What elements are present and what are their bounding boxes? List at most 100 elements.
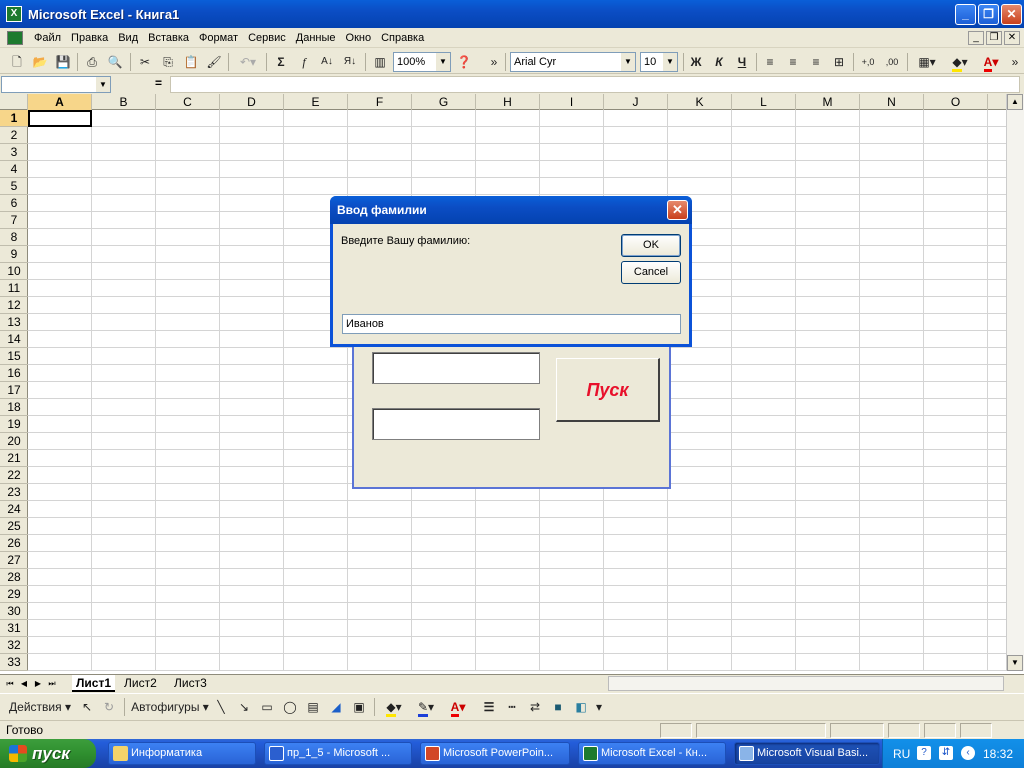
column-header[interactable]: I [540,94,604,110]
column-header[interactable]: D [220,94,284,110]
copy-icon[interactable]: ⎘ [159,52,177,72]
task-item-vba[interactable]: Microsoft Visual Basi... [734,742,880,765]
line-style-icon[interactable]: ☰ [480,697,498,717]
doc-close-button[interactable]: ✕ [1004,31,1020,45]
row-header[interactable]: 19 [0,416,28,433]
paste-icon[interactable]: 📋 [182,52,200,72]
align-center-icon[interactable]: ≡ [784,52,802,72]
menu-data[interactable]: Данные [291,29,341,47]
row-header[interactable]: 27 [0,552,28,569]
open-icon[interactable]: 📂 [31,52,49,72]
text-box-icon[interactable]: ▤ [304,697,322,717]
column-header[interactable]: H [476,94,540,110]
prev-sheet-icon[interactable]: ◀ [18,676,30,691]
select-objects-icon[interactable]: ↖ [78,697,96,717]
column-header[interactable]: N [860,94,924,110]
row-header[interactable]: 6 [0,195,28,212]
restore-button[interactable]: ❐ [978,4,999,25]
sort-descending-icon[interactable]: Я↓ [341,52,359,72]
font-color-icon[interactable]: A▾ [978,52,1004,72]
oval-icon[interactable]: ◯ [281,697,299,717]
increase-decimal-icon[interactable]: +,0 [858,52,878,72]
function-icon[interactable]: f [295,52,313,72]
column-header[interactable]: E [284,94,348,110]
first-sheet-icon[interactable]: ⏮ [4,676,16,691]
minimize-button[interactable]: _ [955,4,976,25]
menu-file[interactable]: Файл [29,29,66,47]
task-item-excel[interactable]: Microsoft Excel - Кн... [578,742,726,765]
zoom-select[interactable]: 100% ▼ [393,52,451,72]
workbook-icon[interactable] [7,30,23,45]
rectangle-icon[interactable]: ▭ [258,697,276,717]
row-header[interactable]: 16 [0,365,28,382]
menu-insert[interactable]: Вставка [143,29,194,47]
column-header[interactable]: B [92,94,156,110]
scroll-up-icon[interactable]: ▲ [1007,94,1023,110]
doc-minimize-button[interactable]: _ [968,31,984,45]
help-icon[interactable]: ? [917,746,931,760]
row-header[interactable]: 4 [0,161,28,178]
chart-wizard-icon[interactable]: ▥ [371,52,389,72]
row-header[interactable]: 17 [0,382,28,399]
clipart-icon[interactable]: ▣ [350,697,368,717]
column-header[interactable]: F [348,94,412,110]
row-header[interactable]: 18 [0,399,28,416]
align-left-icon[interactable]: ≡ [761,52,779,72]
row-header[interactable]: 14 [0,331,28,348]
menu-window[interactable]: Окно [341,29,377,47]
equals-icon[interactable]: = [155,76,162,90]
font-size-select[interactable]: 10 ▼ [640,52,678,72]
select-all-corner[interactable] [0,94,28,110]
row-header[interactable]: 2 [0,127,28,144]
active-cell[interactable] [28,110,92,127]
menu-help[interactable]: Справка [376,29,429,47]
toolbar-options-icon[interactable]: ▾ [594,697,604,717]
row-header[interactable]: 9 [0,246,28,263]
borders-icon[interactable]: ▦▾ [912,52,942,72]
column-header[interactable]: C [156,94,220,110]
column-header[interactable]: L [732,94,796,110]
row-header[interactable]: 24 [0,501,28,518]
row-header[interactable]: 26 [0,535,28,552]
line-icon[interactable]: ╲ [212,697,230,717]
preview-icon[interactable]: 🔍 [106,52,124,72]
chevron-left-icon[interactable]: ‹ [961,746,975,760]
font-select[interactable]: Arial Cyr ▼ [510,52,636,72]
shadow-icon[interactable]: ■ [549,697,567,717]
last-sheet-icon[interactable]: ⏭ [46,676,58,691]
surname-input[interactable]: Иванов [342,314,681,334]
undo-icon[interactable]: ↶▾ [234,52,262,72]
column-header[interactable]: O [924,94,988,110]
dash-style-icon[interactable]: ┅ [503,697,521,717]
underline-button[interactable]: Ч [733,52,751,72]
row-header[interactable]: 13 [0,314,28,331]
horizontal-scrollbar[interactable] [608,676,1004,691]
help-icon[interactable]: ❓ [455,52,473,72]
format-painter-icon[interactable]: 🖌 [205,52,223,72]
cut-icon[interactable]: ✂ [136,52,154,72]
language-indicator[interactable]: RU [893,747,910,761]
column-header[interactable]: A [28,94,92,110]
form-textbox-1[interactable] [372,352,540,384]
start-macro-button[interactable]: Пуск [556,358,660,422]
bold-button[interactable]: Ж [687,52,705,72]
menu-view[interactable]: Вид [113,29,143,47]
3d-icon[interactable]: ◧ [572,697,590,717]
close-button[interactable]: ✕ [1001,4,1022,25]
row-header[interactable]: 10 [0,263,28,280]
start-button[interactable]: пуск [0,739,96,768]
autoshapes-menu[interactable]: Автофигуры ▾ [130,697,210,717]
dialog-close-button[interactable]: ✕ [667,200,688,220]
sheet-tab-3[interactable]: Лист3 [170,675,211,692]
align-right-icon[interactable]: ≡ [807,52,825,72]
doc-restore-button[interactable]: ❐ [986,31,1002,45]
row-header[interactable]: 30 [0,603,28,620]
row-header[interactable]: 3 [0,144,28,161]
row-header[interactable]: 21 [0,450,28,467]
task-item-word[interactable]: пр_1_5 - Microsoft ... [264,742,412,765]
toolbar-options-icon[interactable]: » [487,52,501,72]
menu-edit[interactable]: Правка [66,29,113,47]
next-sheet-icon[interactable]: ▶ [32,676,44,691]
menu-tools[interactable]: Сервис [243,29,291,47]
row-header[interactable]: 31 [0,620,28,637]
